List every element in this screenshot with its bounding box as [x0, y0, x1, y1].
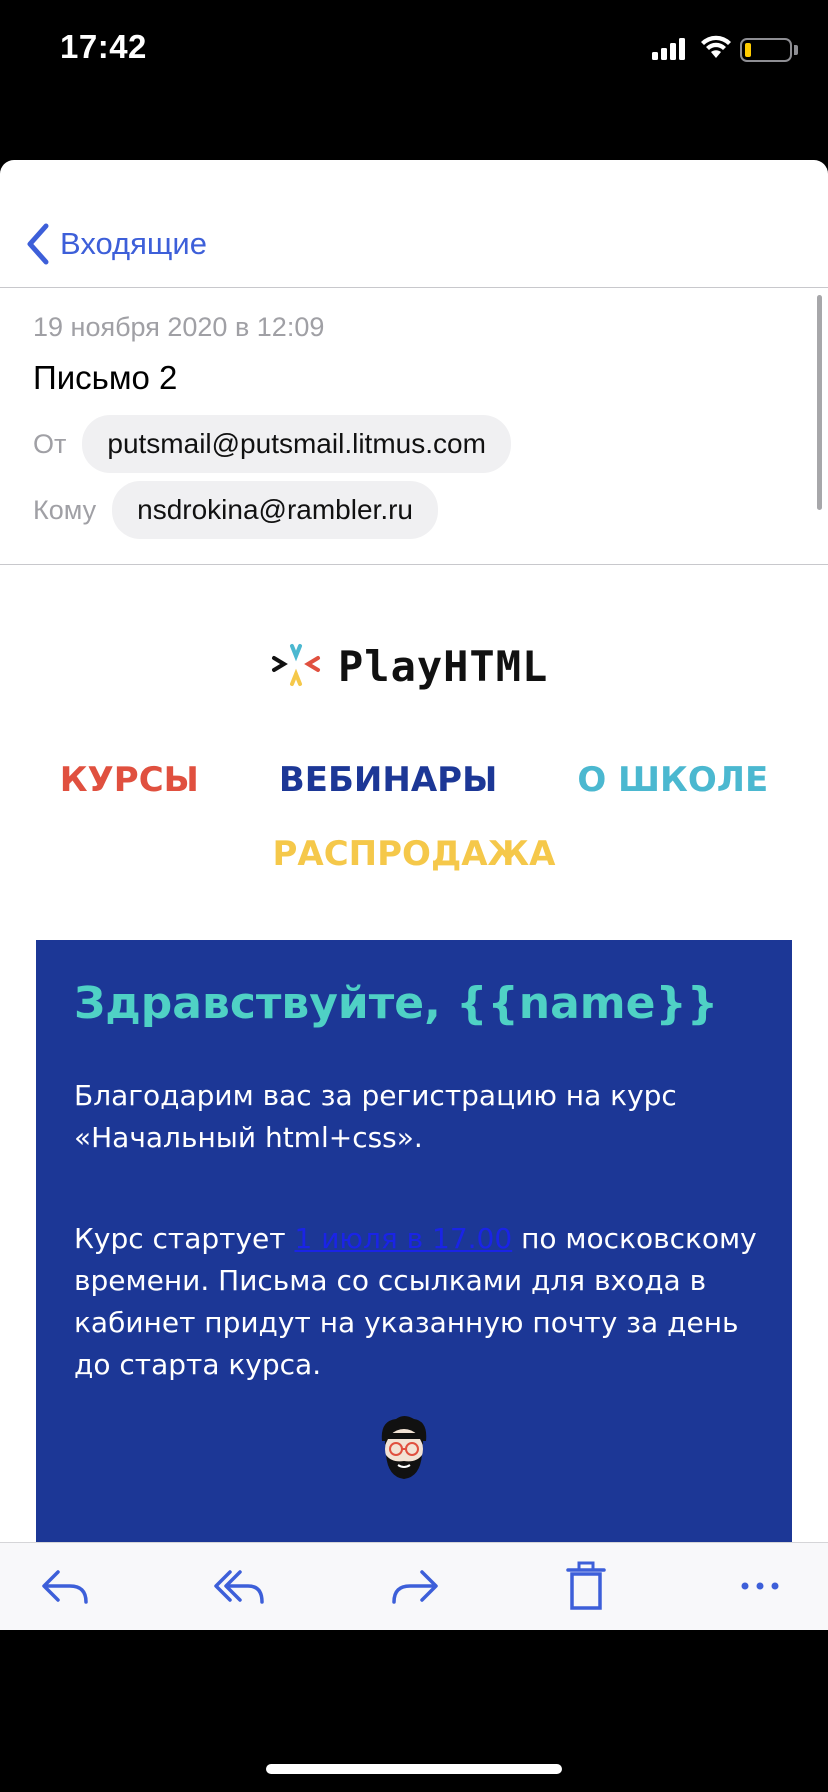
mail-toolbar	[0, 1542, 828, 1630]
from-address-chip[interactable]: putsmail@putsmail.litmus.com	[82, 415, 511, 473]
menu-link-webinars[interactable]: ВЕБИНАРЫ	[279, 760, 497, 800]
wifi-icon	[701, 35, 731, 58]
header-divider	[0, 564, 828, 565]
from-row: От putsmail@putsmail.litmus.com	[33, 415, 793, 473]
reply-button[interactable]	[38, 1561, 94, 1611]
nav-divider	[0, 287, 828, 288]
welcome-card: Здравствуйте, {{name}} Благодарим вас за…	[36, 940, 792, 1630]
chevron-left-icon	[27, 223, 49, 265]
logo[interactable]: PlayHTML	[270, 640, 548, 692]
email-menu: КУРСЫ ВЕБИНАРЫ О ШКОЛЕ	[0, 760, 828, 800]
to-address-chip[interactable]: nsdrokina@rambler.ru	[112, 481, 438, 539]
menu-link-courses[interactable]: КУРСЫ	[60, 760, 199, 800]
status-time: 17:42	[60, 28, 147, 65]
start-date-link[interactable]: 1 июля в 17.00	[294, 1222, 512, 1255]
forward-icon	[392, 1570, 438, 1604]
reply-all-icon	[214, 1570, 264, 1604]
email-menu-row-2: РАСПРОДАЖА	[0, 834, 828, 874]
menu-link-about[interactable]: О ШКОЛЕ	[577, 760, 768, 800]
teacher-avatar-illustration	[381, 1416, 427, 1479]
delete-button[interactable]	[558, 1561, 614, 1611]
to-row: Кому nsdrokina@rambler.ru	[33, 481, 793, 539]
mail-date: 19 ноября 2020 в 12:09	[33, 312, 325, 342]
battery-icon	[740, 38, 792, 62]
from-label: От	[33, 428, 67, 459]
playhtml-logo-icon	[272, 644, 320, 686]
home-indicator[interactable]	[266, 1764, 562, 1774]
more-icon	[741, 1582, 779, 1590]
trash-icon	[566, 1561, 606, 1610]
to-label: Кому	[33, 494, 97, 525]
status-bar: 17:42	[0, 0, 828, 100]
greeting-heading: Здравствуйте, {{name}}	[74, 978, 719, 1029]
more-button[interactable]	[732, 1561, 788, 1611]
reply-icon	[42, 1570, 88, 1604]
menu-link-sale[interactable]: РАСПРОДАЖА	[273, 834, 556, 874]
mail-view: Входящие 19 ноября 2020 в 12:09 Письмо 2…	[0, 160, 828, 1630]
back-button[interactable]: Входящие	[24, 222, 207, 266]
reply-all-button[interactable]	[212, 1561, 268, 1611]
mail-header: 19 ноября 2020 в 12:09 Письмо 2 От putsm…	[33, 312, 793, 539]
back-label: Входящие	[60, 226, 207, 261]
scrollbar[interactable]	[817, 295, 822, 510]
forward-button[interactable]	[386, 1561, 442, 1611]
mail-subject: Письмо 2	[33, 359, 178, 396]
cellular-signal-icon	[652, 36, 688, 60]
start-paragraph: Курс стартует 1 июля в 17.00 по московск…	[74, 1218, 764, 1386]
start-text-before: Курс стартует	[74, 1222, 295, 1255]
thanks-paragraph: Благодарим вас за регистрацию на курс «Н…	[74, 1079, 677, 1154]
battery-nub	[794, 45, 798, 55]
logo-text: PlayHTML	[338, 641, 549, 691]
